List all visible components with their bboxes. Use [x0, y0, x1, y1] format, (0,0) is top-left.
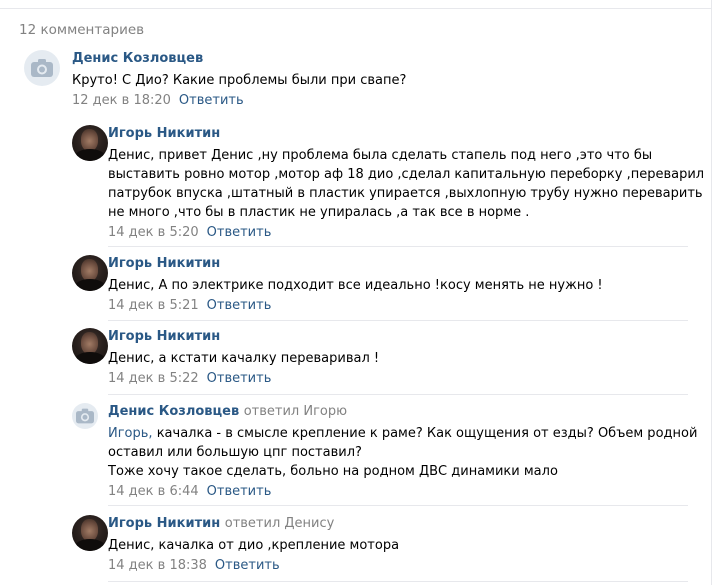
reply-button[interactable]: Ответить: [207, 484, 272, 499]
reply-note[interactable]: ответил Денису: [225, 516, 335, 531]
comment-time[interactable]: 12 дек в 18:20: [72, 93, 171, 108]
comment-line: патрубок впуска ,штатный в пластик упира…: [108, 186, 703, 201]
comment: Денис Козловцев Круто! С Дио? Какие проб…: [24, 50, 694, 112]
camera-icon: [31, 59, 53, 77]
reply-note[interactable]: ответил Игорю: [244, 404, 347, 419]
comment-time[interactable]: 14 дек в 6:44: [108, 484, 199, 499]
divider: [108, 246, 688, 247]
comment-line: Денис, привет Денис ,ну проблема была сд…: [108, 148, 653, 163]
comments-count: 12 комментариев: [19, 22, 145, 38]
comment: Игорь Никитин Денис, привет Денис ,ну пр…: [72, 125, 704, 245]
comment-line: не много ,что бы в пластик не упиралась …: [108, 205, 530, 220]
comment-line: Тоже хочу такое сделать, больно на родно…: [108, 464, 558, 479]
comment-time[interactable]: 14 дек в 18:38: [108, 558, 207, 573]
divider: [108, 581, 688, 582]
avatar[interactable]: [72, 255, 108, 291]
comment-text: Денис, А по электрике подходит все идеал…: [108, 276, 698, 295]
avatar[interactable]: [72, 328, 108, 364]
comment: Игорь Никитин Денис, а кстати качалку пе…: [72, 328, 692, 390]
reply-button[interactable]: Ответить: [179, 93, 244, 108]
author-name[interactable]: Денис Козловцев: [72, 51, 203, 66]
comment-time[interactable]: 14 дек в 5:20: [108, 225, 199, 240]
comment-line: оставил или большую цпг поставил?: [108, 445, 362, 460]
camera-icon: [76, 408, 94, 424]
comment-line: выставить ровно мотор ,мотор аф 18 дио ,…: [108, 167, 705, 182]
avatar[interactable]: [72, 403, 98, 429]
comment: Игорь Никитин ответил Денису Денис, кача…: [72, 515, 692, 577]
comment-time[interactable]: 14 дек в 5:21: [108, 298, 199, 313]
avatar[interactable]: [72, 125, 108, 161]
addressee-link[interactable]: Игорь,: [108, 426, 153, 441]
divider: [108, 394, 688, 395]
comment-line: Денис, А по электрике подходит все идеал…: [108, 278, 603, 293]
avatar[interactable]: [24, 50, 60, 86]
comment: Игорь Никитин Денис, А по электрике подх…: [72, 255, 692, 317]
reply-button[interactable]: Ответить: [207, 298, 272, 313]
avatar[interactable]: [72, 515, 108, 551]
comment-text: Денис, качалка от дио ,крепление мотора: [108, 536, 698, 555]
comment-line: Денис, качалка от дио ,крепление мотора: [108, 538, 400, 553]
comment-text: Круто! С Дио? Какие проблемы были при св…: [72, 71, 662, 90]
comment-line: Круто! С Дио? Какие проблемы были при св…: [72, 73, 407, 88]
comment-time[interactable]: 14 дек в 5:22: [108, 371, 199, 386]
divider: [108, 320, 688, 321]
comment-text: Денис, привет Денис ,ну проблема была сд…: [108, 146, 705, 222]
comment-text: Денис, а кстати качалку переваривал !: [108, 349, 698, 368]
comment-line: качалка - в смысле крепление к раме? Как…: [152, 426, 698, 441]
reply-button[interactable]: Ответить: [215, 558, 280, 573]
reply-button[interactable]: Ответить: [207, 371, 272, 386]
divider: [108, 505, 688, 506]
comment-text: Игорь, качалка - в смысле крепление к ра…: [108, 424, 698, 481]
comment-line: Денис, а кстати качалку переваривал !: [108, 351, 380, 366]
reply-button[interactable]: Ответить: [207, 225, 272, 240]
author-name[interactable]: Денис Козловцев: [108, 404, 239, 419]
author-name[interactable]: Игорь Никитин: [108, 126, 220, 141]
author-name[interactable]: Игорь Никитин: [108, 516, 220, 531]
comment: Денис Козловцев ответил Игорю Игорь, кач…: [72, 403, 697, 503]
author-name[interactable]: Игорь Никитин: [108, 256, 220, 271]
top-divider: [0, 0, 711, 9]
right-border: [711, 0, 712, 585]
author-name[interactable]: Игорь Никитин: [108, 329, 220, 344]
